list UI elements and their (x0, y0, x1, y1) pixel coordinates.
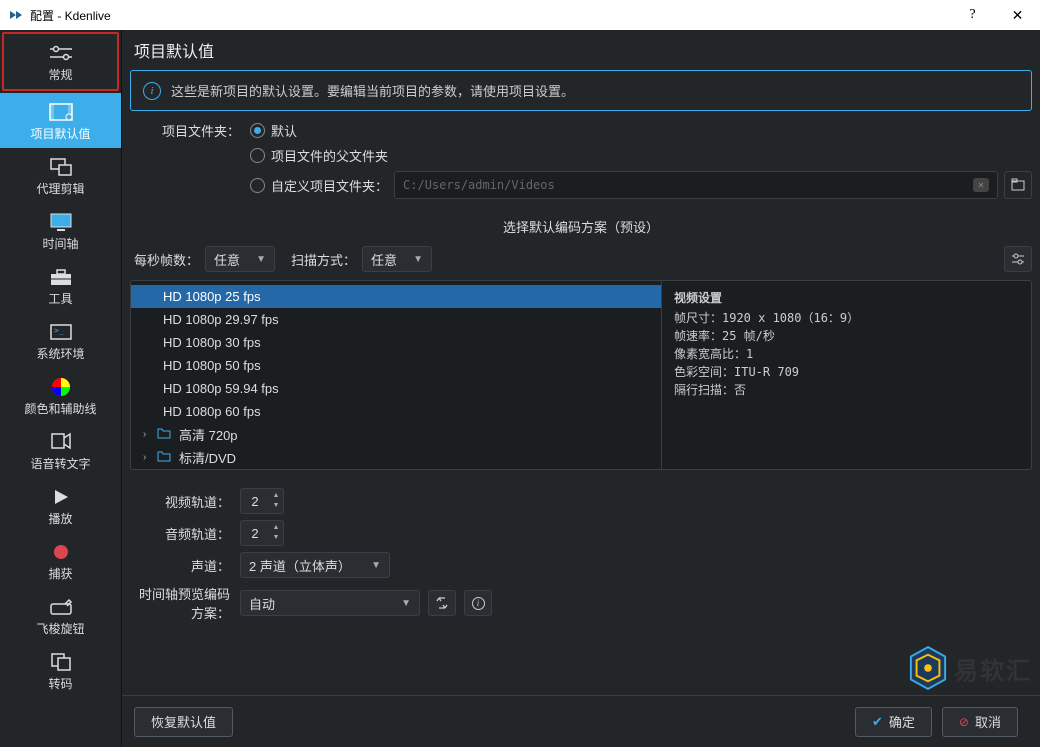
chevron-down-icon: ▼ (371, 560, 381, 571)
folder-icon (157, 427, 175, 442)
sidebar-item-project-defaults[interactable]: 项目默认值 (0, 93, 121, 148)
sliders-icon (47, 42, 75, 64)
preset-item[interactable]: HD 1080p 60 fps (131, 400, 661, 423)
radio-default-folder[interactable] (250, 123, 265, 138)
folder-label: 项目文件夹： (130, 121, 250, 140)
video-settings-title: 视频设置 (674, 289, 1019, 307)
info-banner: i 这些是新项目的默认设置。要编辑当前项目的参数，请使用项目设置。 (130, 70, 1032, 111)
sidebar-item-capture[interactable]: 捕获 (0, 533, 121, 588)
preset-item[interactable]: HD 1080p 25 fps (131, 285, 661, 308)
app-icon (8, 7, 24, 23)
chevron-down-icon: ▼ (401, 598, 411, 609)
chevron-down-icon[interactable]: ▼ (269, 501, 283, 511)
preset-item[interactable]: HD 1080p 29.97 fps (131, 308, 661, 331)
preset-section-title: 选择默认编码方案（预设） (130, 217, 1032, 236)
preset-item[interactable]: HD 1080p 30 fps (131, 331, 661, 354)
chevron-right-icon: › (143, 452, 157, 463)
watermark-text: 易软汇 (954, 651, 1032, 686)
channels-label: 声道： (130, 556, 240, 575)
channels-select[interactable]: 2 声道（立体声）▼ (240, 552, 390, 578)
check-icon: ✔ (872, 714, 883, 730)
restore-defaults-button[interactable]: 恢复默认值 (134, 707, 233, 737)
sidebar-item-speech[interactable]: 语音转文字 (0, 423, 121, 478)
fps-label: 每秒帧数： (134, 250, 199, 269)
preset-item[interactable]: HD 1080p 50 fps (131, 354, 661, 377)
window-title: 配置 - Kdenlive (30, 7, 950, 24)
video-tracks-label: 视频轨道： (130, 492, 240, 511)
audio-tracks-spinner[interactable]: 2 ▲▼ (240, 520, 284, 546)
preset-group[interactable]: › 标清/DVD (131, 446, 661, 469)
color-wheel-icon (47, 376, 75, 398)
shuttle-icon (47, 596, 75, 618)
sidebar-item-timeline[interactable]: 时间轴 (0, 203, 121, 258)
scan-label: 扫描方式： (291, 250, 356, 269)
preset-group[interactable]: › 高清 720p (131, 423, 661, 446)
chevron-up-icon[interactable]: ▲ (269, 491, 283, 501)
radio-custom-label[interactable]: 自定义项目文件夹： (271, 176, 388, 195)
cancel-button[interactable]: ⊘ 取消 (942, 707, 1018, 737)
titlebar: 配置 - Kdenlive ? ✕ (0, 0, 1040, 30)
scan-select[interactable]: 任意▼ (362, 246, 432, 272)
preset-browser: HD 1080p 25 fps HD 1080p 29.97 fps HD 10… (130, 280, 1032, 470)
preview-profile-label: 时间轴预览编码方案： (130, 584, 240, 622)
info-icon: i (143, 82, 161, 100)
audio-tracks-label: 音频轨道： (130, 524, 240, 543)
cancel-icon: ⊘ (959, 715, 969, 729)
video-tracks-spinner[interactable]: 2 ▲▼ (240, 488, 284, 514)
close-button[interactable]: ✕ (995, 0, 1040, 30)
sidebar-item-playback[interactable]: 播放 (0, 478, 121, 533)
chevron-up-icon[interactable]: ▲ (269, 523, 283, 533)
preview-info-button[interactable]: i (464, 590, 492, 616)
radio-parent-folder[interactable] (250, 148, 265, 163)
help-button[interactable]: ? (950, 0, 995, 30)
info-text: 这些是新项目的默认设置。要编辑当前项目的参数，请使用项目设置。 (171, 81, 574, 100)
preview-profile-select[interactable]: 自动▼ (240, 590, 420, 616)
radio-custom-folder[interactable] (250, 178, 265, 193)
chevron-down-icon: ▼ (413, 254, 423, 265)
watermark: 易软汇 (908, 645, 1032, 691)
terminal-icon: >_ (47, 321, 75, 343)
copy-icon (47, 651, 75, 673)
sidebar-item-transcode[interactable]: 转码 (0, 643, 121, 698)
chevron-down-icon: ▼ (256, 254, 266, 265)
radio-default-label[interactable]: 默认 (271, 121, 297, 140)
film-icon (47, 101, 75, 123)
sidebar-item-jog-shuttle[interactable]: 飞梭旋钮 (0, 588, 121, 643)
sidebar-item-environment[interactable]: >_ 系统环境 (0, 313, 121, 368)
play-icon (47, 486, 75, 508)
page-title: 项目默认值 (130, 36, 1032, 70)
preset-settings-button[interactable] (1004, 246, 1032, 272)
svg-text:>_: >_ (54, 326, 64, 335)
preset-info-panel: 视频设置 帧尺寸：1920 x 1080（16：9） 帧速率：25 帧/秒 像素… (661, 281, 1031, 469)
preset-tree[interactable]: HD 1080p 25 fps HD 1080p 29.97 fps HD 10… (131, 281, 661, 469)
toolbox-icon (47, 266, 75, 288)
radio-parent-label[interactable]: 项目文件的父文件夹 (271, 146, 388, 165)
monitor-icon (47, 211, 75, 233)
sidebar-item-proxy[interactable]: 代理剪辑 (0, 148, 121, 203)
proxy-icon (47, 156, 75, 178)
sidebar-item-tools[interactable]: 工具 (0, 258, 121, 313)
preset-item[interactable]: HD 1080p 59.94 fps (131, 377, 661, 400)
sidebar: 常规 项目默认值 代理剪辑 时间轴 工具 >_ 系统环境 颜色和辅助线 语音转文 (0, 30, 122, 747)
browse-folder-button[interactable] (1004, 171, 1032, 199)
sidebar-item-colors[interactable]: 颜色和辅助线 (0, 368, 121, 423)
chevron-down-icon[interactable]: ▼ (269, 533, 283, 543)
clear-path-icon[interactable]: ✕ (973, 178, 989, 192)
speech-icon (47, 431, 75, 453)
watermark-logo-icon (908, 645, 948, 691)
ok-button[interactable]: ✔ 确定 (855, 707, 932, 737)
fps-select[interactable]: 任意▼ (205, 246, 275, 272)
preview-refresh-button[interactable] (428, 590, 456, 616)
sidebar-item-general[interactable]: 常规 (2, 32, 119, 91)
content-area: 项目默认值 i 这些是新项目的默认设置。要编辑当前项目的参数，请使用项目设置。 … (122, 30, 1040, 747)
record-icon (47, 541, 75, 563)
chevron-right-icon: › (143, 429, 157, 440)
custom-folder-input[interactable]: C:/Users/admin/Videos ✕ (394, 171, 998, 199)
folder-icon (157, 450, 175, 465)
dialog-footer: 恢复默认值 ✔ 确定 ⊘ 取消 (122, 695, 1040, 747)
